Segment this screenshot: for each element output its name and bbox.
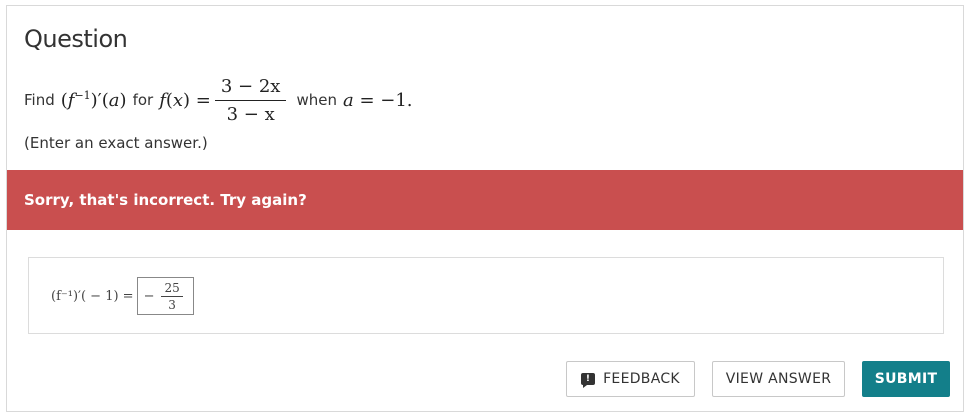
a-condition: a = −1.	[342, 89, 413, 111]
submit-label: SUBMIT	[874, 371, 938, 387]
inverse-derivative-expression: (f−1)′(a)	[60, 89, 127, 111]
incorrect-message: Sorry, that's incorrect. Try again?	[24, 191, 307, 209]
answer-lhs: (f⁻¹)′( − 1) =	[51, 288, 134, 304]
question-prompt: Find (f−1)′(a) for f(x) = 3 − 2x 3 − x w…	[24, 68, 413, 132]
answer-sign: −	[143, 288, 155, 304]
find-label: Find	[24, 91, 55, 109]
view-answer-label: VIEW ANSWER	[725, 371, 832, 387]
a-value: −1	[380, 89, 407, 111]
function-numerator: 3 − 2x	[214, 76, 287, 101]
answer-denominator: 3	[168, 297, 176, 312]
incorrect-banner: Sorry, that's incorrect. Try again?	[7, 170, 963, 230]
answer-expression: (f⁻¹)′( − 1) = − 25 3	[51, 275, 194, 317]
submit-button[interactable]: SUBMIT	[862, 361, 950, 397]
view-answer-button[interactable]: VIEW ANSWER	[712, 361, 845, 397]
when-label: when	[296, 91, 337, 109]
answer-area: (f⁻¹)′( − 1) = − 25 3	[28, 257, 944, 334]
question-title: Question	[24, 25, 128, 53]
answer-fraction: 25 3	[161, 281, 183, 312]
function-expression: f(x) =	[159, 89, 211, 111]
function-denominator: 3 − x	[226, 103, 275, 125]
feedback-label: FEEDBACK	[603, 371, 680, 387]
question-card: Question Find (f−1)′(a) for f(x) = 3 − 2…	[6, 5, 964, 412]
function-fraction: 3 − 2x 3 − x	[214, 76, 287, 125]
answer-numerator: 25	[161, 281, 183, 297]
feedback-icon: !	[581, 373, 596, 388]
answer-input[interactable]: − 25 3	[136, 277, 194, 315]
for-label: for	[132, 91, 154, 109]
answer-instruction: (Enter an exact answer.)	[24, 134, 208, 152]
feedback-button[interactable]: ! FEEDBACK	[566, 361, 695, 397]
